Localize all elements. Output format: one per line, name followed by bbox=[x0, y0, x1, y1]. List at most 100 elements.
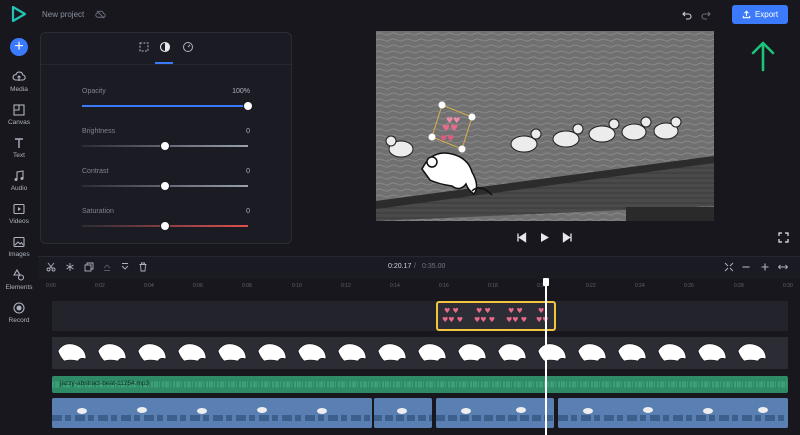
sidebar-item-audio[interactable]: Audio bbox=[0, 169, 38, 192]
svg-text:♥♥ ♥: ♥♥ ♥ bbox=[506, 316, 527, 324]
sidebar-item-label: Audio bbox=[10, 185, 28, 192]
audio-track-name: jazzy-abstract-beat-11254.mp3 bbox=[60, 380, 150, 387]
svg-text:♥♥: ♥♥ bbox=[442, 124, 458, 134]
sticker-track bbox=[52, 301, 788, 331]
adjust-icon[interactable] bbox=[159, 41, 171, 53]
zoom-out-icon[interactable] bbox=[741, 262, 751, 272]
video-preview[interactable]: ♥♥ ♥♥ ♥♥ bbox=[376, 31, 714, 221]
cat-thumbnails bbox=[57, 343, 767, 362]
svg-text:♥: ♥ bbox=[538, 307, 544, 315]
sidebar-item-label: Media bbox=[10, 86, 28, 93]
hearts-clip[interactable]: ♥ ♥ ♥♥ ♥ ♥ ♥ ♥♥ ♥ ♥ ♥ ♥♥ ♥ ♥ ♥♥ bbox=[436, 301, 556, 331]
slider-label: Contrast bbox=[82, 168, 109, 175]
move-up-icon[interactable] bbox=[102, 262, 112, 272]
export-button[interactable]: Export bbox=[732, 5, 788, 24]
ruler-tick: 0:22 bbox=[586, 283, 596, 289]
trash-icon[interactable] bbox=[138, 262, 148, 272]
expand-timeline-icon[interactable] bbox=[778, 262, 788, 272]
ruler-tick: 0:12 bbox=[341, 283, 351, 289]
time-separator: / bbox=[414, 263, 416, 270]
opacity-slider[interactable]: Opacity 100% bbox=[82, 88, 253, 112]
brightness-slider[interactable]: Brightness 0 bbox=[82, 128, 250, 152]
preview-frame: ♥♥ ♥♥ ♥♥ bbox=[376, 31, 714, 221]
ruler-tick: 0:10 bbox=[292, 283, 302, 289]
video-icon bbox=[13, 203, 25, 215]
audio-clip[interactable]: jazzy-abstract-beat-11254.mp3 bbox=[52, 376, 788, 393]
slider-knob[interactable] bbox=[160, 221, 170, 231]
slider-track[interactable] bbox=[82, 105, 248, 107]
ruler-tick: 0:00 bbox=[46, 283, 56, 289]
cloud-sync-icon bbox=[95, 10, 106, 19]
sidebar-item-canvas[interactable]: Canvas bbox=[0, 103, 38, 126]
video-thumbnails bbox=[374, 398, 432, 428]
scissors-icon[interactable] bbox=[46, 262, 56, 272]
svg-text:♥ ♥: ♥ ♥ bbox=[444, 307, 459, 315]
sidebar: + Media Canvas Text Audio Videos Images … bbox=[0, 0, 38, 435]
sidebar-item-label: Videos bbox=[9, 218, 29, 225]
saturation-slider[interactable]: Saturation 0 bbox=[82, 208, 250, 232]
slider-label: Saturation bbox=[82, 208, 114, 215]
slider-label: Opacity bbox=[82, 88, 106, 95]
ruler-tick: 0:26 bbox=[684, 283, 694, 289]
ruler-tick: 0:06 bbox=[193, 283, 203, 289]
video-thumbnails bbox=[558, 398, 788, 428]
zoom-in-icon[interactable] bbox=[760, 262, 770, 272]
upload-icon bbox=[742, 10, 751, 19]
svg-text:♥♥: ♥♥ bbox=[440, 134, 454, 143]
video-clip[interactable] bbox=[52, 398, 372, 428]
sidebar-item-media[interactable]: Media bbox=[0, 70, 38, 93]
sidebar-item-text[interactable]: Text bbox=[0, 136, 38, 159]
sidebar-item-record[interactable]: Record bbox=[0, 301, 38, 324]
ruler-tick: 0:28 bbox=[734, 283, 744, 289]
move-down-icon[interactable] bbox=[120, 262, 130, 272]
slider-knob[interactable] bbox=[243, 101, 253, 111]
hearts-thumbnails: ♥ ♥♥♥ ♥ ♥ ♥♥♥ ♥ ♥ ♥♥♥ ♥ ♥♥♥ bbox=[442, 307, 549, 324]
undo-icon[interactable] bbox=[681, 9, 693, 21]
redo-icon[interactable] bbox=[700, 9, 712, 21]
sidebar-item-elements[interactable]: Elements bbox=[0, 268, 38, 291]
video-clip[interactable] bbox=[558, 398, 788, 428]
play-icon[interactable] bbox=[539, 232, 550, 243]
svg-text:♥♥ ♥: ♥♥ ♥ bbox=[442, 316, 463, 324]
panel-divider bbox=[41, 64, 291, 65]
app-logo[interactable] bbox=[11, 6, 27, 22]
sidebar-item-label: Text bbox=[13, 152, 25, 159]
ruler-tick: 0:14 bbox=[390, 283, 400, 289]
sidebar-item-videos[interactable]: Videos bbox=[0, 202, 38, 225]
record-icon bbox=[13, 302, 25, 314]
add-media-button[interactable]: + bbox=[10, 38, 28, 56]
slider-value: 0 bbox=[246, 208, 250, 215]
project-title[interactable]: New project bbox=[42, 10, 84, 19]
svg-text:♥ ♥: ♥ ♥ bbox=[508, 307, 523, 315]
playhead[interactable] bbox=[545, 279, 547, 435]
contrast-slider[interactable]: Contrast 0 bbox=[82, 168, 250, 192]
fullscreen-icon[interactable] bbox=[778, 232, 789, 243]
video-thumbnails bbox=[436, 398, 554, 428]
cloud-upload-icon bbox=[12, 71, 26, 81]
slider-knob[interactable] bbox=[160, 181, 170, 191]
video-clip[interactable] bbox=[436, 398, 554, 428]
canvas-icon bbox=[13, 104, 25, 116]
duplicate-icon[interactable] bbox=[84, 262, 94, 272]
shapes-icon bbox=[13, 268, 25, 281]
sidebar-item-label: Canvas bbox=[7, 119, 31, 126]
timeline-toolbar bbox=[38, 256, 800, 279]
timeline-ruler[interactable]: 0:00 0:02 0:04 0:06 0:08 0:10 0:12 0:14 … bbox=[40, 279, 800, 293]
music-note-icon bbox=[14, 170, 24, 181]
image-icon bbox=[13, 236, 25, 248]
skip-forward-icon[interactable] bbox=[562, 232, 573, 243]
slider-knob[interactable] bbox=[160, 141, 170, 151]
sidebar-item-images[interactable]: Images bbox=[0, 235, 38, 258]
cat-sticker-clip[interactable] bbox=[52, 337, 788, 369]
video-clip[interactable] bbox=[374, 398, 432, 428]
fit-timeline-icon[interactable] bbox=[724, 262, 734, 272]
speed-icon[interactable] bbox=[182, 41, 194, 53]
svg-text:♥ ♥: ♥ ♥ bbox=[476, 307, 491, 315]
svg-text:♥♥ ♥: ♥♥ ♥ bbox=[474, 316, 495, 324]
freeze-icon[interactable] bbox=[65, 262, 75, 272]
crop-icon[interactable] bbox=[138, 41, 150, 53]
ruler-tick: 0:30 bbox=[783, 283, 793, 289]
skip-back-icon[interactable] bbox=[516, 232, 527, 243]
panel-tabs bbox=[41, 33, 291, 63]
sidebar-item-label: Images bbox=[8, 251, 30, 258]
